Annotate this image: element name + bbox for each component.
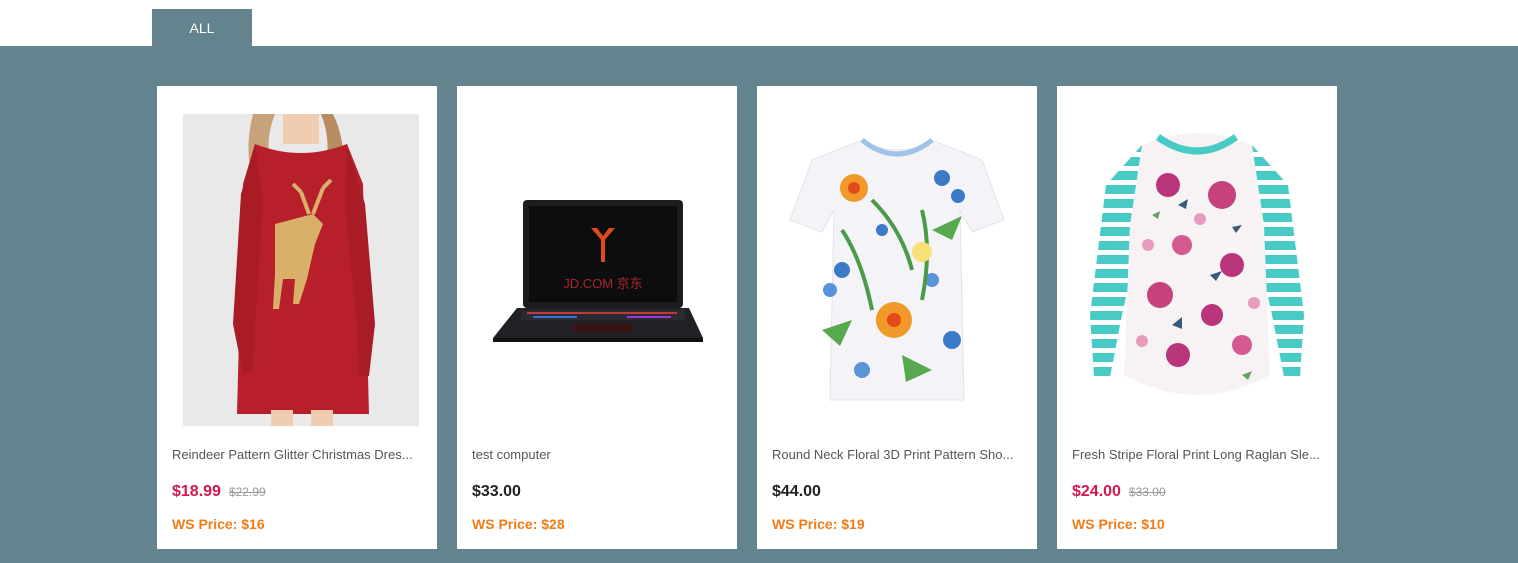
price-row: $18.99 $22.99 [172, 483, 266, 501]
product-card[interactable]: Fresh Stripe Floral Print Long Raglan Sl… [1057, 86, 1337, 549]
product-title[interactable]: Round Neck Floral 3D Print Pattern Sho..… [772, 447, 1024, 462]
price-row: $44.00 [772, 483, 821, 501]
striped-floral-shirt-image [1090, 133, 1304, 395]
product-image[interactable] [1071, 100, 1323, 440]
product-price: $44.00 [772, 483, 821, 500]
product-title[interactable]: Fresh Stripe Floral Print Long Raglan Sl… [1072, 447, 1324, 462]
product-image[interactable] [171, 100, 423, 440]
laptop-image: JD.COM 京东 [493, 200, 703, 342]
wholesale-price: WS Price: $19 [772, 516, 865, 532]
product-image[interactable]: JD.COM 京东 [471, 100, 723, 440]
product-price: $24.00 [1072, 483, 1121, 500]
product-card[interactable]: Reindeer Pattern Glitter Christmas Dres.… [157, 86, 437, 549]
product-title[interactable]: Reindeer Pattern Glitter Christmas Dres.… [172, 447, 424, 462]
product-price: $18.99 [172, 483, 221, 500]
original-price: $33.00 [1128, 485, 1166, 499]
category-tab-bar: ALL [0, 0, 1518, 46]
product-card[interactable]: JD.COM 京东 test computer $33.00 WS Price:… [457, 86, 737, 549]
wholesale-price: WS Price: $16 [172, 516, 265, 532]
product-title[interactable]: test computer [472, 447, 724, 462]
product-image[interactable] [771, 100, 1023, 440]
original-price: $22.99 [228, 485, 266, 499]
wholesale-price: WS Price: $10 [1072, 516, 1165, 532]
wholesale-price: WS Price: $28 [472, 516, 565, 532]
product-grid: Reindeer Pattern Glitter Christmas Dres.… [0, 46, 1518, 563]
tab-all[interactable]: ALL [152, 9, 252, 46]
price-row: $24.00 $33.00 [1072, 483, 1166, 501]
product-card[interactable]: Round Neck Floral 3D Print Pattern Sho..… [757, 86, 1037, 549]
laptop-watermark: JD.COM 京东 [563, 276, 642, 291]
product-price: $33.00 [472, 483, 521, 500]
price-row: $33.00 [472, 483, 521, 501]
red-reindeer-dress-image [183, 114, 419, 426]
floral-tshirt-image [789, 138, 1005, 401]
